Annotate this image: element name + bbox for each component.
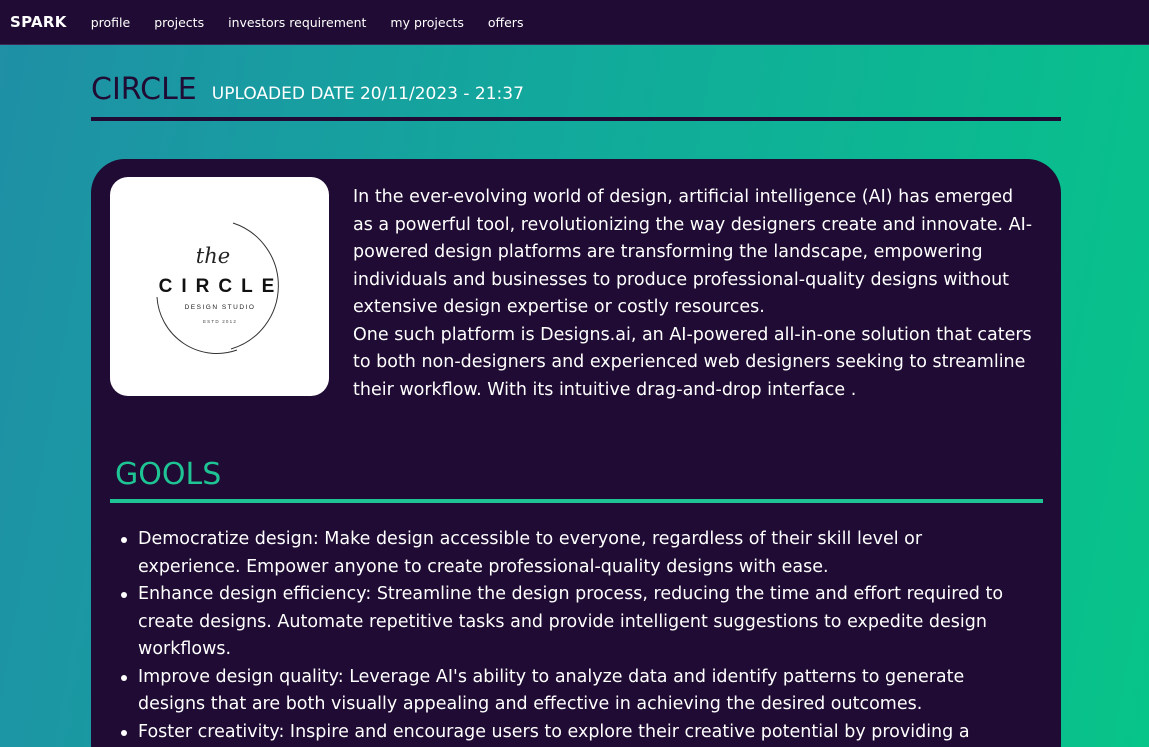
logo-name-text: CIRCLE (159, 276, 284, 297)
uploaded-date: UPLOADED DATE 20/11/2023 - 21:37 (211, 84, 524, 104)
goal-item: Foster creativity: Inspire and encourage… (119, 719, 1029, 747)
goals-list: Democratize design: Make design accessib… (119, 526, 1029, 747)
project-description: In the ever-evolving world of design, ar… (353, 184, 1033, 404)
goal-item: Improve design quality: Leverage AI's ab… (119, 664, 1029, 719)
goal-item: Democratize design: Make design accessib… (119, 526, 1029, 581)
logo-script-text: the (196, 244, 230, 268)
nav-link-profile[interactable]: profile (91, 15, 130, 30)
logo-established-text: ESTD 2012 (203, 319, 237, 324)
project-card: the CIRCLE DESIGN STUDIO ESTD 2012 In th… (91, 159, 1061, 747)
goals-divider (110, 499, 1043, 503)
title-divider (91, 117, 1061, 121)
goal-item: Enhance design efficiency: Streamline th… (119, 581, 1029, 664)
top-navbar: SPARK profile projects investors require… (0, 0, 1149, 45)
project-title-row: CIRCLE UPLOADED DATE 20/11/2023 - 21:37 (91, 72, 524, 107)
description-paragraph-2: One such platform is Designs.ai, an AI-p… (353, 324, 1032, 400)
nav-link-investors-requirement[interactable]: investors requirement (228, 15, 366, 30)
nav-link-my-projects[interactable]: my projects (390, 15, 463, 30)
project-name: CIRCLE (91, 72, 197, 107)
brand-logo[interactable]: SPARK (10, 13, 67, 31)
description-paragraph-1: In the ever-evolving world of design, ar… (353, 187, 1033, 317)
logo-subtitle-text: DESIGN STUDIO (185, 304, 256, 311)
goals-heading: GOOLS (115, 457, 222, 492)
nav-link-offers[interactable]: offers (488, 15, 524, 30)
project-logo: the CIRCLE DESIGN STUDIO ESTD 2012 (110, 177, 329, 396)
nav-link-projects[interactable]: projects (154, 15, 204, 30)
circle-logo-image: the CIRCLE DESIGN STUDIO ESTD 2012 (156, 222, 284, 354)
